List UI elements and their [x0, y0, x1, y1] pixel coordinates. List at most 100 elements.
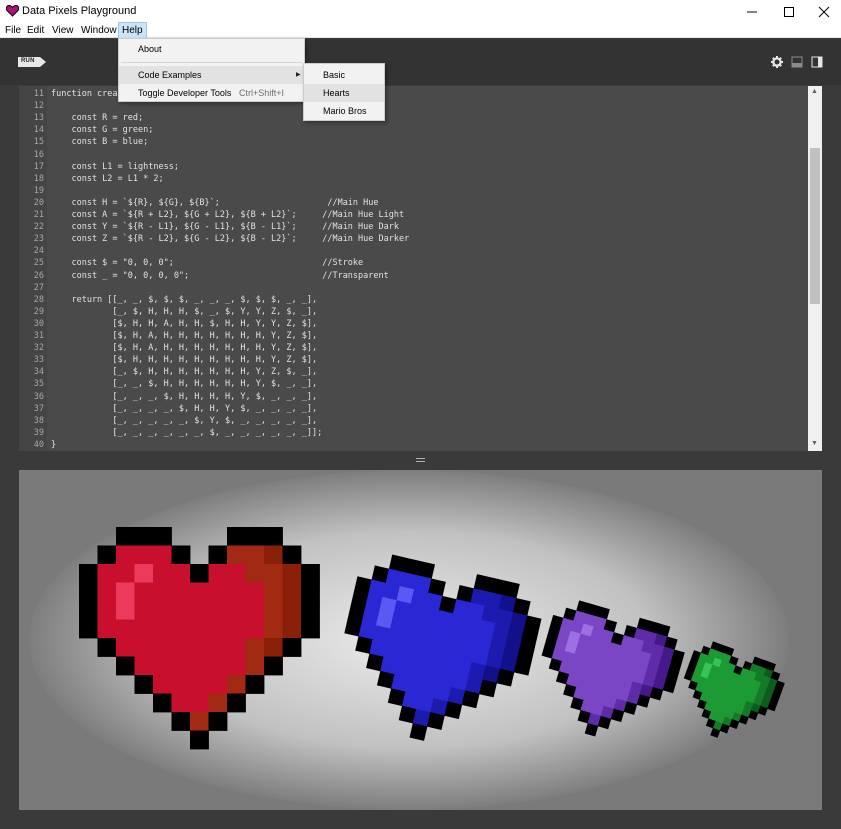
- help-menu-dropdown: About Code Examples ▶ Toggle Developer T…: [118, 38, 305, 102]
- code-line: const R = red;: [51, 113, 144, 124]
- code-line: const L2 = L1 * 2;: [51, 173, 164, 184]
- line-number: 40: [33, 439, 44, 450]
- menu-item-code-examples-label: Code Examples: [138, 70, 202, 80]
- heart-purple: [541, 600, 685, 737]
- line-number: 18: [33, 173, 44, 184]
- code-editor[interactable]: 11 12 13 14 15 16 17 18 19 20 21 22 23 24 25 26 27 28 29 30…: [19, 86, 822, 451]
- code-line: [_, $, H, H, H, $, _, $, Y, Y, Z, $, _],: [51, 306, 318, 317]
- close-button[interactable]: [806, 0, 841, 23]
- code-line: [_, _, _, _, $, H, H, Y, $, _, _, _, _],: [51, 403, 318, 414]
- code-line: const _ = "0, 0, 0, 0"; //Transparent: [51, 270, 389, 281]
- window-title: Data Pixels Playground: [22, 5, 137, 17]
- line-number: 11: [33, 89, 44, 99]
- line-number-gutter: 11 12 13 14 15 16 17 18 19 20 21 22 23 24 25 26 27 28 29 30…: [19, 86, 47, 451]
- maximize-icon: [784, 7, 794, 17]
- line-number: 35: [33, 379, 44, 390]
- heart-blue: [344, 554, 542, 741]
- code-line: const Z = `${R - L2}, ${G - L2}, ${B - L…: [51, 234, 410, 245]
- line-number: 39: [33, 427, 44, 438]
- line-number: 36: [33, 391, 44, 402]
- code-line: const Y = `${R - L1}, ${G - L1}, ${B - L…: [51, 222, 399, 233]
- line-number: 33: [33, 355, 44, 366]
- close-icon: [818, 6, 830, 18]
- title-bar: Data Pixels Playground: [0, 0, 841, 23]
- scroll-up-icon[interactable]: ▲: [811, 88, 818, 95]
- line-number: 34: [33, 367, 44, 378]
- code-line: [$, H, H, H, H, H, H, H, H, H, Y, Z, $],: [51, 355, 318, 366]
- code-line: [$, H, A, H, H, H, H, H, H, H, Y, Z, $],: [51, 331, 318, 341]
- submenu-item-mario-bros[interactable]: Mario Bros: [304, 102, 384, 120]
- gear-icon[interactable]: [771, 56, 783, 68]
- code-line: [_, _, $, H, H, H, H, H, H, Y, $, _, _],: [51, 379, 318, 390]
- hearts-artwork: [79, 527, 785, 750]
- splitter-grip-icon[interactable]: [416, 458, 425, 462]
- output-canvas: [19, 470, 822, 810]
- line-number: 31: [33, 331, 44, 341]
- run-button[interactable]: RUN: [18, 56, 48, 68]
- menu-view[interactable]: View: [49, 23, 77, 38]
- menu-shortcut: Ctrl+Shift+I: [239, 88, 285, 98]
- line-number: 28: [33, 294, 44, 305]
- heart-green: [683, 641, 785, 738]
- menu-item-code-examples[interactable]: Code Examples ▶: [119, 66, 304, 84]
- layout-split-horizontal-icon[interactable]: [791, 56, 803, 68]
- line-number: 30: [33, 318, 44, 329]
- code-examples-submenu: Basic Hearts Mario Bros: [303, 63, 385, 121]
- code-line: const A = `${R + L2}, ${G + L2}, ${B + L…: [51, 210, 405, 220]
- line-number: 14: [33, 125, 44, 136]
- line-number: 13: [33, 113, 44, 124]
- line-number: 24: [33, 246, 44, 257]
- code-line: const $ = "0, 0, 0"; //Stroke: [51, 258, 364, 269]
- line-number: 23: [33, 234, 44, 245]
- line-number: 17: [33, 161, 44, 172]
- code-line: [_, _, _, _, _, $, Y, $, _, _, _, _, _],: [51, 415, 318, 426]
- line-number: 16: [33, 149, 44, 160]
- code-line: const B = blue;: [51, 137, 149, 148]
- menu-edit[interactable]: Edit: [24, 23, 47, 38]
- line-number: 38: [33, 415, 44, 426]
- menu-item-about-label: About: [138, 44, 162, 54]
- line-number: 12: [33, 101, 44, 112]
- line-number: 26: [33, 270, 44, 281]
- scroll-thumb[interactable]: [810, 148, 820, 304]
- code-line: const L1 = lightness;: [51, 161, 179, 172]
- line-number: 32: [33, 343, 44, 354]
- line-number: 27: [33, 282, 44, 293]
- menu-window[interactable]: Window: [78, 23, 120, 38]
- line-number: 15: [33, 137, 44, 148]
- line-number: 19: [33, 185, 44, 196]
- submenu-item-mario-bros-label: Mario Bros: [323, 106, 367, 116]
- line-number: 29: [33, 306, 44, 317]
- line-number: 37: [33, 403, 44, 414]
- code-line: }: [51, 439, 57, 450]
- heart-red: [79, 527, 320, 750]
- scroll-down-icon[interactable]: ▼: [811, 440, 818, 447]
- menu-bar: File Edit View Window Help: [0, 22, 841, 39]
- submenu-item-hearts[interactable]: Hearts: [304, 84, 384, 102]
- code-line: return [[_, _, $, $, $, _, _, _, $, $, $…: [51, 294, 318, 305]
- run-label: RUN: [21, 58, 35, 64]
- code-line: [$, H, H, A, H, H, $, H, H, Y, Y, Z, $],: [51, 318, 318, 329]
- layout-split-vertical-icon[interactable]: [811, 56, 823, 68]
- code-line: [$, H, A, H, H, H, H, H, H, H, Y, Z, $],: [51, 343, 318, 354]
- submenu-item-basic[interactable]: Basic: [304, 66, 384, 84]
- menu-separator: [121, 62, 302, 63]
- line-number: 21: [33, 210, 44, 220]
- heart-icon: [6, 5, 19, 17]
- code-line: [_, _, _, $, H, H, H, H, Y, $, _, _, _],: [51, 391, 318, 402]
- line-number: 20: [33, 197, 44, 208]
- menu-item-toggle-dev-tools[interactable]: Toggle Developer Tools Ctrl+Shift+I: [119, 84, 304, 102]
- submenu-arrow-icon: ▶: [296, 72, 301, 78]
- submenu-item-basic-label: Basic: [323, 70, 346, 80]
- editor-scrollbar[interactable]: ▲ ▼: [808, 86, 822, 451]
- code-line: [_, $, H, H, H, H, H, H, H, Y, Z, $, _],: [51, 367, 318, 378]
- minimize-button[interactable]: [734, 0, 770, 23]
- code-line: const G = green;: [51, 125, 154, 136]
- menu-item-about[interactable]: About: [119, 40, 304, 58]
- submenu-item-hearts-label: Hearts: [323, 88, 350, 98]
- menu-file[interactable]: File: [2, 23, 24, 38]
- maximize-button[interactable]: [771, 0, 807, 23]
- menu-item-toggle-dev-tools-label: Toggle Developer Tools: [138, 88, 232, 98]
- code-line: [_, _, _, _, _, _, $, _, _, _, _, _, _]]…: [51, 427, 323, 438]
- menu-help[interactable]: Help: [118, 22, 147, 39]
